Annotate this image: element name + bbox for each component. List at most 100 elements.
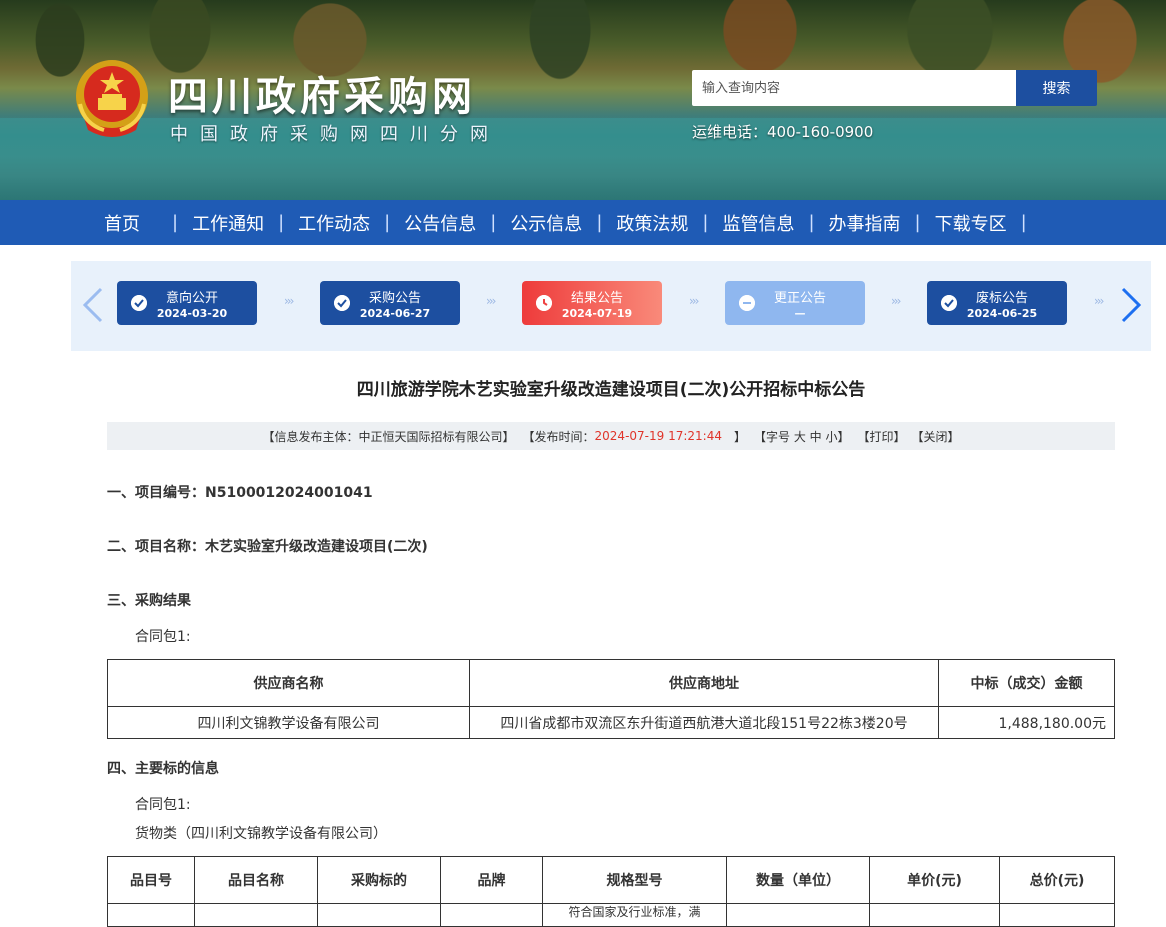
table-row: 符合国家及行业标准，满 [107,903,1115,927]
table-cell [999,903,1115,927]
nav-item-guide[interactable]: 办事指南 | [829,210,935,236]
timeline-step-procurement[interactable]: 采购公告 2024-06-27 [320,281,460,325]
table-cell [726,903,870,927]
table-header: 品目号 [107,856,195,904]
hotline-text: 运维电话：400-160-0900 [692,123,874,141]
nav-separator: | [808,212,815,233]
nav-separator: | [702,212,709,233]
nav-item-label: 监管信息 [722,213,795,235]
table-header: 单价(元) [869,856,1000,904]
nav-item-label: 办事指南 [828,213,901,235]
nav-separator: | [490,212,497,233]
chevron-right-icon: ››› [486,294,497,308]
nav-item-home[interactable]: 首页 | [104,210,192,236]
search-input[interactable] [692,70,1016,106]
font-size-control[interactable]: 【字号 大 中 小】 [754,428,849,445]
nav-item-supervision[interactable]: 监管信息 | [722,210,828,236]
goods-table: 品目号 品目名称 采购标的 品牌 规格型号 数量（单位） 单价(元) 总价(元)… [107,856,1115,927]
nav-item-label: 工作动态 [298,213,371,235]
nav-item-policies[interactable]: 政策法规 | [616,210,722,236]
table-cell: 符合国家及行业标准，满 [542,903,727,927]
timeline-step-result[interactable]: 结果公告 2024-07-19 [522,281,662,325]
timeline-step-intent[interactable]: 意向公开 2024-03-20 [117,281,257,325]
main-nav: 首页 | 工作通知 | 工作动态 | 公告信息 | 公示信息 | 政策法规 | 监管信息 | … [0,200,1166,245]
table-header-row: 品目号 品目名称 采购标的 品牌 规格型号 数量（单位） 单价(元) 总价(元) [107,856,1115,904]
nav-item-label: 政策法规 [616,213,689,235]
table-header: 供应商地址 [469,659,939,707]
step-name: 废标公告 [975,291,1028,306]
step-name: 更正公告 [773,291,826,306]
nav-item-public-notice[interactable]: 公示信息 | [510,210,616,236]
step-date: 2024-03-20 [156,307,228,320]
table-header: 总价(元) [999,856,1115,904]
publish-time-label: 【发布时间： [522,429,595,444]
table-header: 规格型号 [542,856,727,904]
table-header: 供应商名称 [107,659,470,707]
close-link[interactable]: 【关闭】 [911,428,959,445]
nav-separator: | [596,212,603,233]
nav-item-label: 首页 [104,213,140,235]
table-header: 中标（成交）金额 [938,659,1115,707]
publish-time-close: 】 [733,429,746,444]
article-title: 四川旅游学院木艺实验室升级改造建设项目(二次)公开招标中标公告 [356,380,866,400]
table-cell: 四川利文锦教学设备有限公司 [107,706,470,739]
nav-item-label: 公告信息 [404,213,477,235]
site-subtitle: 中国政府采购网四川分网 [170,124,500,145]
table-cell [440,903,543,927]
table-header: 数量（单位） [726,856,870,904]
search-button[interactable]: 搜索 [1016,70,1097,106]
table-cell: 四川省成都市双流区东升街道西航港大道北段151号22栋3楼20号 [469,706,939,739]
table-cell: 1,488,180.00元 [938,706,1115,739]
section-main-subject: 四、主要标的信息 [107,761,219,777]
process-timeline: 意向公开 2024-03-20 ››› 采购公告 2024-06-27 ››› … [71,261,1151,351]
step-date: 2024-07-19 [561,307,633,320]
table-header: 采购标的 [317,856,441,904]
step-name: 意向公开 [165,291,218,306]
print-link[interactable]: 【打印】 [857,428,905,445]
chevron-right-icon: ››› [891,294,902,308]
section-project-name: 二、项目名称：木艺实验室升级改造建设项目(二次) [107,539,428,555]
publish-time-value: 2024-07-19 17:21:44 [594,429,722,443]
step-date: 2024-06-27 [359,307,431,320]
step-date: — [794,307,806,320]
publisher-text: 【信息发布主体：中正恒天国际招标有限公司】 [262,429,515,444]
step-name: 采购公告 [368,291,421,306]
step-date: 2024-06-25 [966,307,1038,320]
table-header-row: 供应商名称 供应商地址 中标（成交）金额 [107,659,1115,707]
header-banner: 四川政府采购网 中国政府采购网四川分网 搜索 运维电话：400-160-0900 [0,0,1166,200]
chevron-right-icon: ››› [1094,294,1105,308]
section-project-number: 一、项目编号：N5100012024001041 [107,485,373,501]
nav-separator: | [278,212,285,233]
nav-separator: | [384,212,391,233]
table-cell [317,903,441,927]
section-procurement-result: 三、采购结果 [107,593,191,609]
chevron-right-icon: ››› [284,294,295,308]
nav-separator: | [172,212,179,233]
table-header: 品牌 [440,856,543,904]
timeline-step-cancelled[interactable]: 废标公告 2024-06-25 [927,281,1067,325]
nav-item-work-news[interactable]: 工作动态 | [298,210,404,236]
article-info-bar: 【信息发布主体：中正恒天国际招标有限公司】 【发布时间： 2024-07-19 … [107,422,1115,450]
result-table: 供应商名称 供应商地址 中标（成交）金额 四川利文锦教学设备有限公司 四川省成都… [107,659,1115,739]
nav-item-work-notice[interactable]: 工作通知 | [192,210,298,236]
table-row: 四川利文锦教学设备有限公司 四川省成都市双流区东升街道西航港大道北段151号22… [107,706,1115,739]
nav-item-label: 工作通知 [192,213,265,235]
contract-package-label: 合同包1: [135,629,191,645]
site-title: 四川政府采购网 [168,74,476,120]
nav-separator: | [914,212,921,233]
nav-item-label: 公示信息 [510,213,583,235]
chevron-right-icon[interactable] [1115,285,1145,325]
step-name: 结果公告 [570,291,623,306]
table-cell [869,903,1000,927]
nav-item-announcements[interactable]: 公告信息 | [404,210,510,236]
nav-item-label: 下载专区 [934,213,1007,235]
nav-separator: | [1020,212,1027,233]
timeline-step-correction[interactable]: 更正公告 — [725,281,865,325]
chevron-right-icon: ››› [689,294,700,308]
chevron-left-icon[interactable] [79,285,109,325]
goods-category-label: 货物类（四川利文锦教学设备有限公司） [135,826,387,842]
table-cell [194,903,318,927]
contract-package-label: 合同包1: [135,797,191,813]
nav-item-downloads[interactable]: 下载专区 | [935,210,1041,236]
national-emblem-icon [76,60,148,137]
